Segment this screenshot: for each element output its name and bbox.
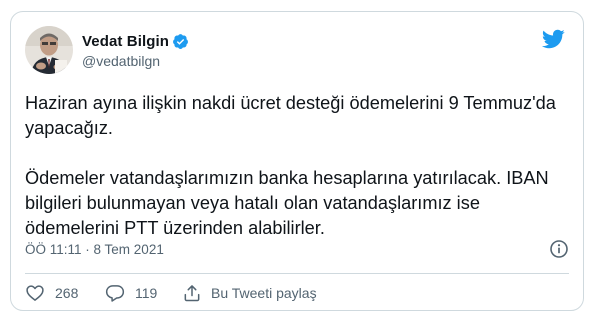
tweet-timestamp[interactable]: ÖÖ 11:11 · 8 Tem 2021 — [25, 242, 164, 257]
share-label: Bu Tweeti paylaş — [211, 285, 317, 301]
heart-icon — [25, 283, 45, 303]
reply-count: 119 — [135, 285, 158, 301]
author-row[interactable]: Vedat Bilgin — [82, 31, 189, 51]
author-name[interactable]: Vedat Bilgin — [82, 33, 169, 50]
avatar[interactable] — [25, 26, 73, 74]
share-icon — [182, 283, 202, 303]
like-button[interactable]: 268 — [25, 283, 105, 303]
author-handle[interactable]: @vedatbilgn — [82, 53, 160, 69]
tweet-card[interactable]: Vedat Bilgin @vedatbilgn Haziran ayına i… — [10, 11, 584, 311]
verified-badge-icon — [172, 33, 189, 50]
share-button[interactable]: Bu Tweeti paylaş — [182, 283, 317, 303]
tweet-meta: ÖÖ 11:11 · 8 Tem 2021 — [25, 239, 570, 259]
info-icon[interactable] — [549, 239, 569, 259]
divider — [25, 273, 569, 274]
twitter-bird-icon[interactable] — [541, 27, 565, 51]
reply-bubble-icon — [105, 283, 125, 303]
reply-button[interactable]: 119 — [105, 283, 182, 303]
tweet-text: Haziran ayına ilişkin nakdi ücret desteğ… — [25, 93, 556, 238]
like-count: 268 — [55, 285, 79, 301]
action-bar: 268 119 Bu Tweeti paylaş — [25, 281, 317, 305]
